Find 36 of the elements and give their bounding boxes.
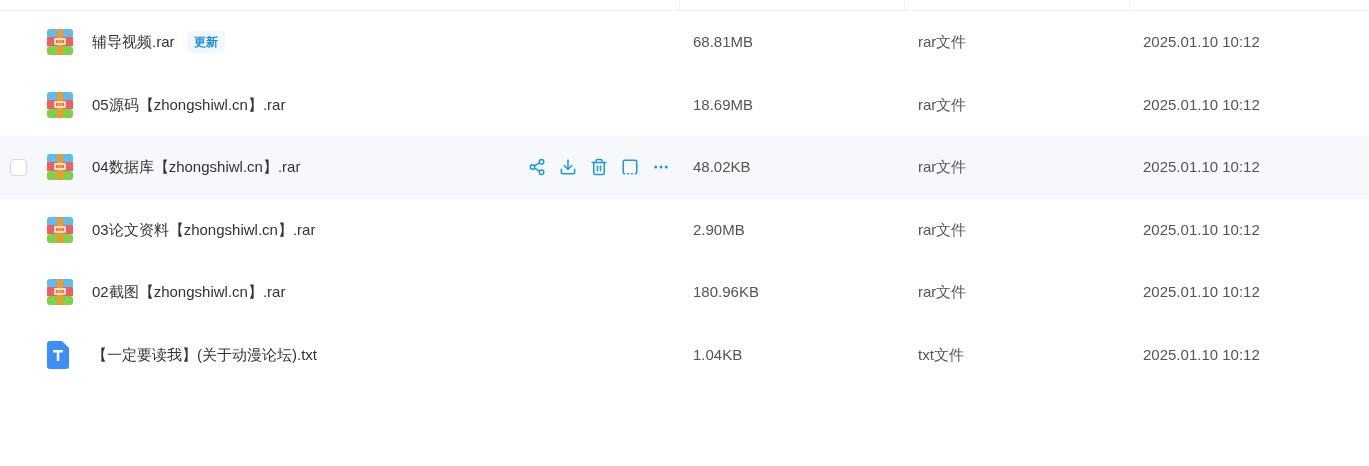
- modified-date: 2025.01.10 10:12: [1143, 283, 1260, 300]
- archive-icon: [47, 91, 73, 118]
- file-type: txt文件: [918, 345, 964, 363]
- file-type: rar文件: [918, 220, 967, 238]
- file-name[interactable]: 05源码【zhongshiwl.cn】.rar: [92, 93, 286, 116]
- file-type: rar文件: [918, 283, 967, 300]
- download-icon[interactable]: [559, 158, 577, 177]
- checkbox[interactable]: [10, 158, 27, 176]
- archive-icon: [47, 216, 73, 243]
- file-size: 18.69MB: [693, 95, 754, 113]
- file-name[interactable]: 【一定要读我】(关于动漫论坛).txt: [92, 343, 317, 366]
- modified-date: 2025.01.10 10:12: [1143, 158, 1260, 175]
- file-row[interactable]: 04数据库【zhongshiwl.cn】.rar 48.02KB rar文件 2025.01.10 10:12: [0, 136, 1369, 199]
- trash-icon[interactable]: [590, 158, 608, 177]
- archive-icon: [47, 279, 73, 306]
- file-type: rar文件: [918, 33, 967, 50]
- file-name[interactable]: 03论文资料【zhongshiwl.cn】.rar: [92, 218, 316, 241]
- file-size: 2.90MB: [693, 220, 745, 238]
- file-size: 1.04KB: [693, 345, 743, 363]
- archive-icon: [47, 154, 73, 181]
- file-type: rar文件: [918, 158, 967, 175]
- file-size: 68.81MB: [693, 33, 754, 50]
- modified-date: 2025.01.10 10:12: [1143, 33, 1260, 50]
- modified-date: 2025.01.10 10:12: [1143, 345, 1260, 363]
- update-tag: 更新: [186, 31, 225, 54]
- file-name[interactable]: 辅导视频.rar: [92, 31, 175, 54]
- file-size: 180.96KB: [693, 283, 759, 300]
- file-size: 48.02KB: [693, 158, 751, 175]
- share-icon[interactable]: [528, 158, 546, 177]
- archive-icon: [47, 29, 73, 56]
- file-type: rar文件: [918, 95, 967, 113]
- modified-date: 2025.01.10 10:12: [1143, 220, 1260, 238]
- text-file-icon: [47, 340, 69, 369]
- file-name[interactable]: 04数据库【zhongshiwl.cn】.rar: [92, 156, 301, 179]
- modified-date: 2025.01.10 10:12: [1143, 95, 1260, 113]
- file-name[interactable]: 02截图【zhongshiwl.cn】.rar: [92, 281, 286, 304]
